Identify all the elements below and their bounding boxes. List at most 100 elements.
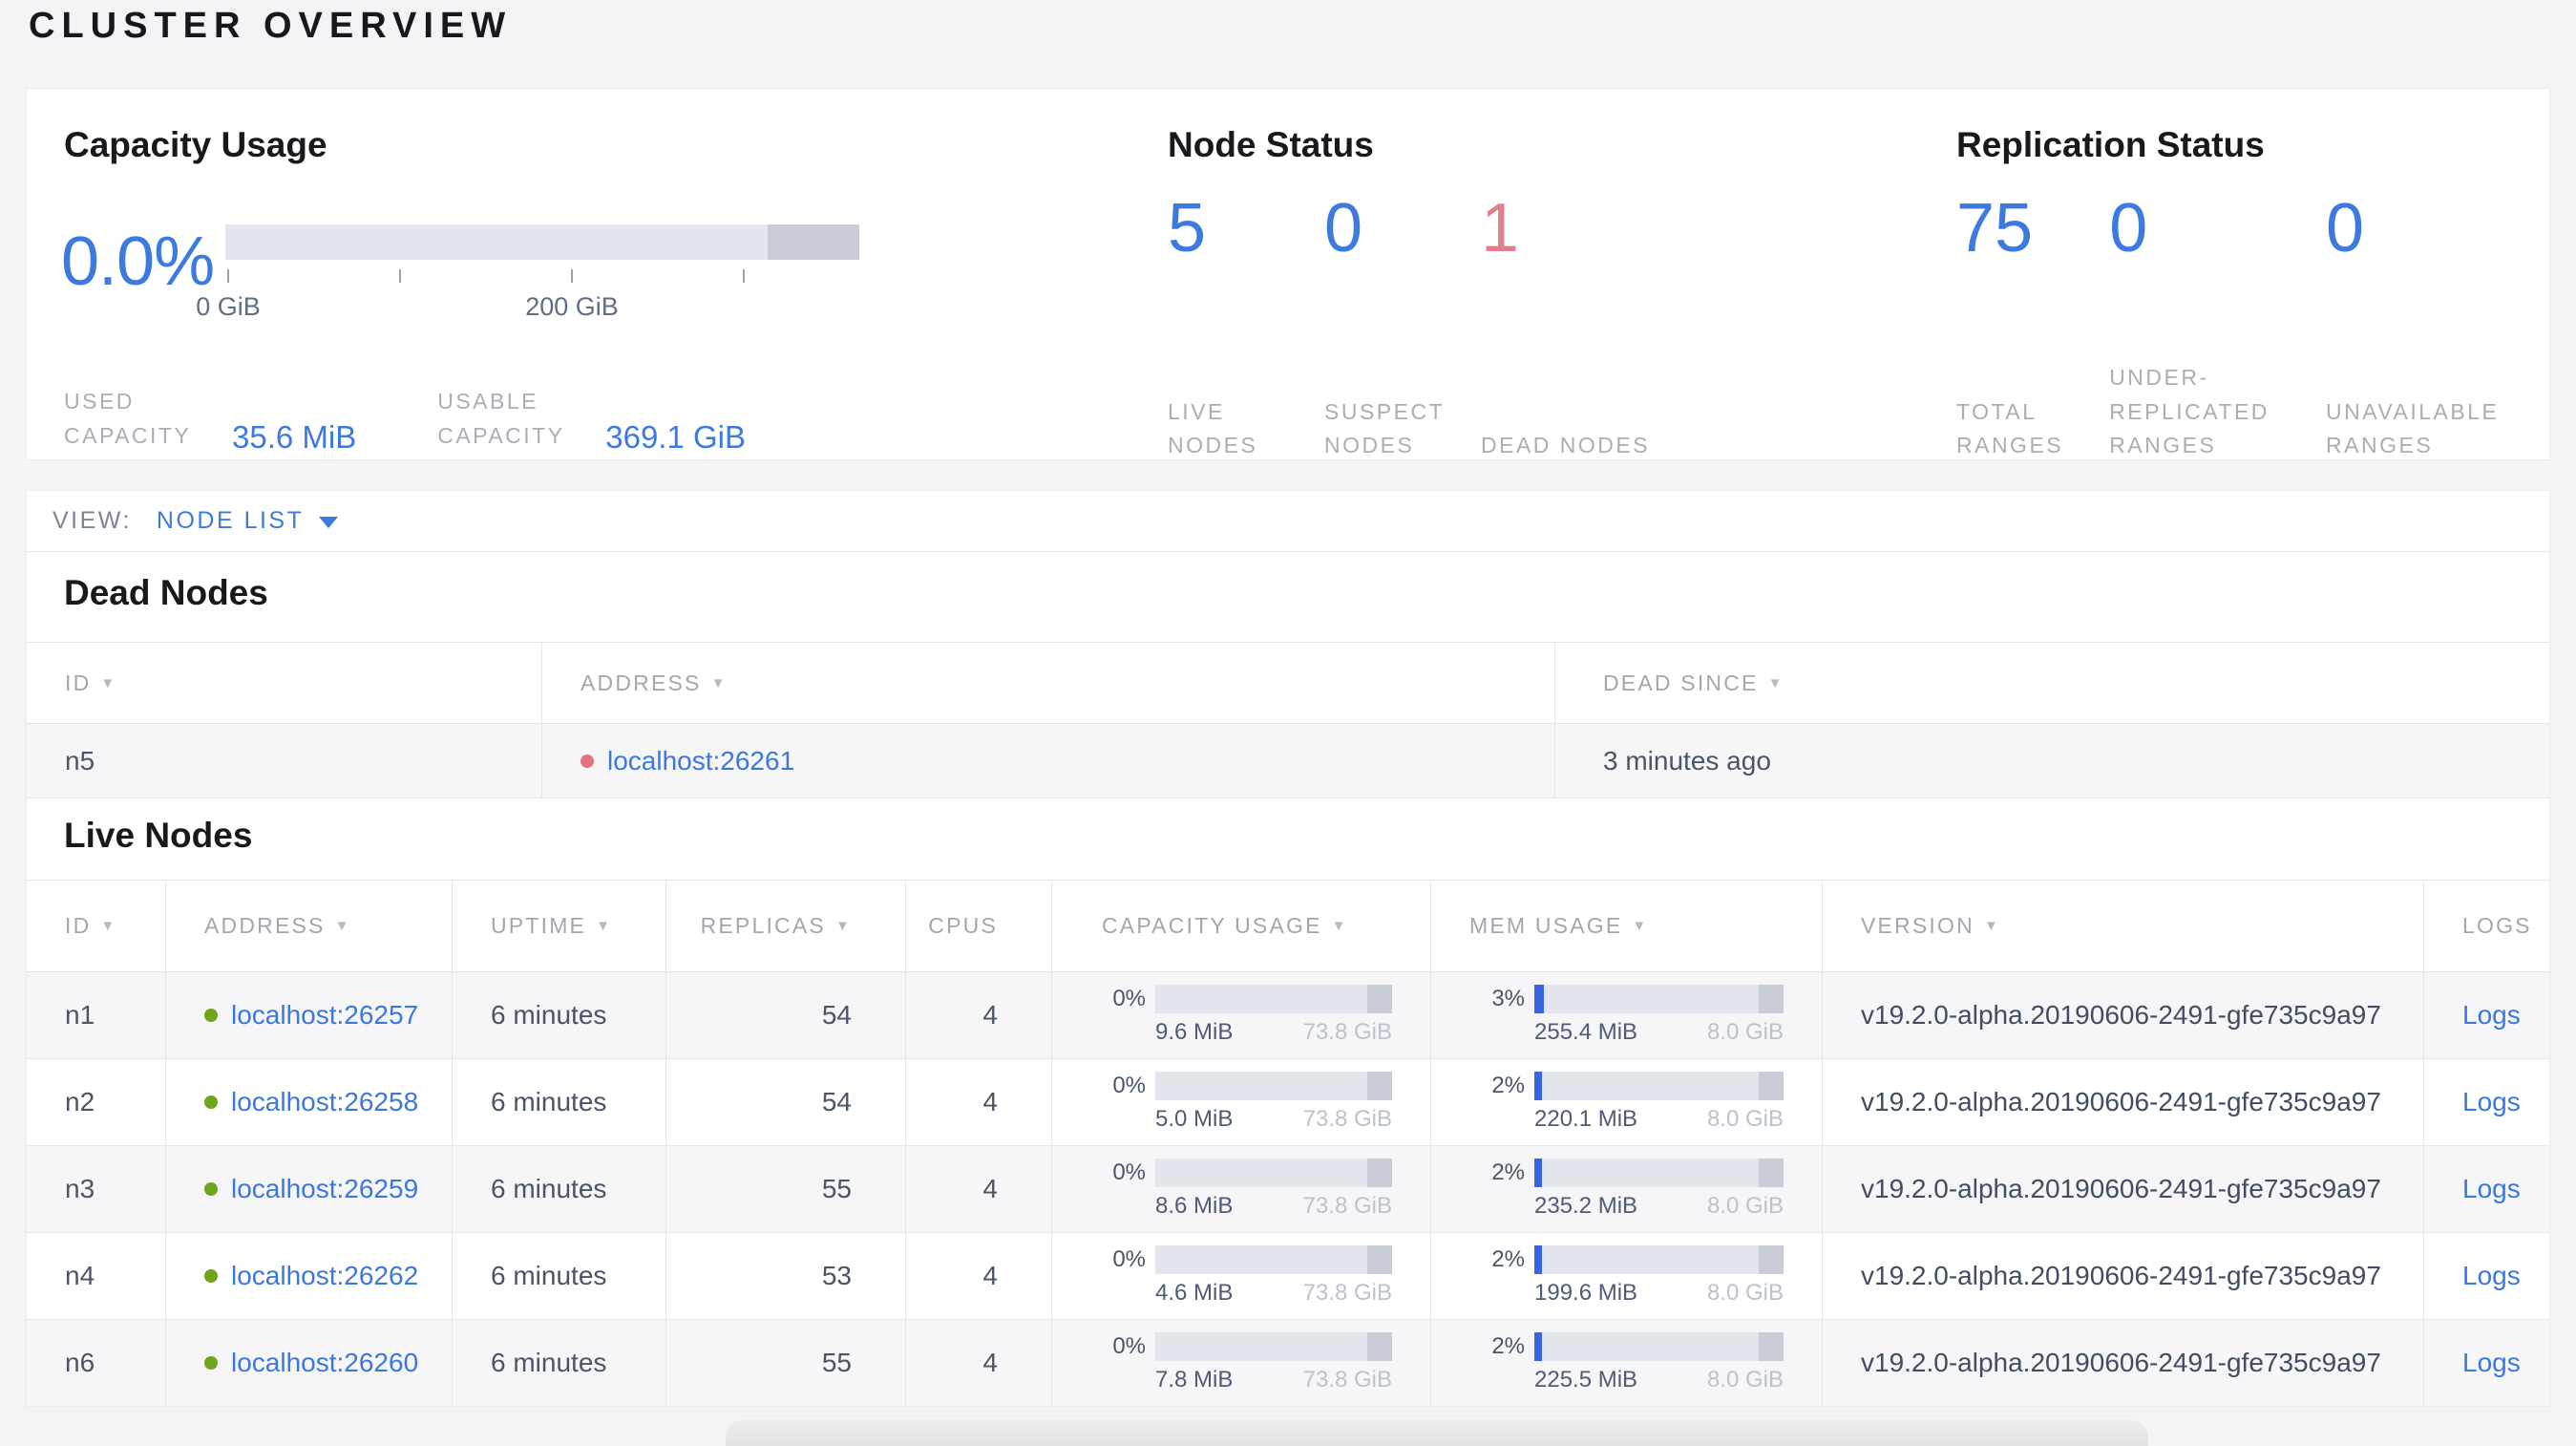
sort-arrow-icon [335,918,351,934]
node-id: n1 [65,1000,95,1030]
capacity-usage-bar [1155,1332,1392,1361]
node-replicas: 53 [821,1261,852,1290]
suspect-nodes-label: SUSPECT NODES [1324,398,1445,458]
node-id-cell: n2 [27,1059,166,1145]
dead-col-deadsince-header[interactable]: DEAD SINCE [1555,643,2549,723]
bottom-overlay-shadow [726,1420,2148,1446]
view-bar: VIEW: NODE LIST [27,491,2549,552]
live-col-id-label: ID [65,913,92,938]
capacity-total-value: 73.8 GiB [1302,1367,1392,1393]
under-replicated-ranges-label: UNDER-REPLICATED RANGES [2109,365,2270,458]
live-col-cpus-header[interactable]: CPUS [906,881,1052,971]
live-col-address-header[interactable]: ADDRESS [166,881,453,971]
node-uptime-cell: 6 minutes [453,972,666,1058]
mem-used-value: 220.1 MiB [1534,1106,1638,1132]
logs-link[interactable]: Logs [2462,1000,2521,1031]
node-id: n6 [65,1348,95,1377]
live-col-logs-label: LOGS [2462,913,2532,938]
suspect-nodes-count: 0 [1324,190,1363,266]
capacity-total-value: 73.8 GiB [1302,1280,1392,1306]
chevron-down-icon [319,517,339,528]
capacity-percent: 0.0% [61,223,215,300]
node-uptime-cell: 6 minutes [453,1233,666,1319]
live-col-logs-header: LOGS [2424,881,2549,971]
node-mem-usage-cell: 3% 255.4 MiB 8.0 GiB [1431,972,1823,1058]
logs-link[interactable]: Logs [2462,1261,2521,1291]
page-title: CLUSTER OVERVIEW [29,6,513,46]
node-mem-usage-cell: 2% 220.1 MiB 8.0 GiB [1431,1059,1823,1145]
live-col-capacity-header[interactable]: CAPACITY USAGE [1052,881,1431,971]
node-capacity-usage-cell: 0% 5.0 MiB 73.8 GiB [1052,1059,1431,1145]
node-status-section: Node Status 5 LIVE NODES 0 SUSPECT NODES… [1168,125,1893,463]
node-capacity-usage-cell: 0% 9.6 MiB 73.8 GiB [1052,972,1431,1058]
axis-tick [399,269,401,283]
sort-arrow-icon [596,918,612,934]
capacity-used-value: 7.8 MiB [1155,1367,1234,1393]
capacity-used-value: 4.6 MiB [1155,1280,1234,1306]
dead-node-deadsince-cell: 3 minutes ago [1555,724,2549,797]
live-col-replicas-header[interactable]: REPLICAS [666,881,906,971]
mem-usage-bar [1534,1159,1784,1187]
dead-node-address-link[interactable]: localhost:26261 [607,746,794,776]
view-selector-dropdown[interactable]: NODE LIST [157,507,339,535]
dead-col-address-label: ADDRESS [581,670,702,695]
live-col-version-header[interactable]: VERSION [1823,881,2424,971]
live-nodes-label: LIVE NODES [1168,398,1258,458]
node-cpus: 4 [982,1000,998,1030]
live-status-icon [204,1269,218,1283]
node-version-cell: v19.2.0-alpha.20190606-2491-gfe735c9a97 [1823,1233,2424,1319]
mem-used-value: 225.5 MiB [1534,1367,1638,1393]
node-replicas-cell: 54 [666,1059,906,1145]
mem-used-fill [1534,1159,1542,1187]
unavailable-ranges-stat: 0 UNAVAILABLE RANGES [2326,194,2529,463]
mem-usage-bar [1534,1245,1784,1274]
node-version-cell: v19.2.0-alpha.20190606-2491-gfe735c9a97 [1823,1146,2424,1232]
logs-link[interactable]: Logs [2462,1174,2521,1204]
mem-total-value: 8.0 GiB [1706,1193,1784,1219]
logs-link[interactable]: Logs [2462,1087,2521,1117]
node-replicas: 55 [821,1174,852,1203]
sort-arrow-icon [1632,918,1648,934]
node-address-link[interactable]: localhost:26260 [231,1348,418,1378]
capacity-used-value: 8.6 MiB [1155,1193,1234,1219]
logs-link[interactable]: Logs [2462,1348,2521,1378]
sort-arrow-icon [1332,918,1348,934]
node-replicas-cell: 53 [666,1233,906,1319]
dead-col-address-header[interactable]: ADDRESS [542,643,1555,723]
capacity-total-value: 73.8 GiB [1302,1193,1392,1219]
node-address-link[interactable]: localhost:26262 [231,1261,418,1291]
node-address-link[interactable]: localhost:26258 [231,1087,418,1117]
axis-tick-label: 200 GiB [525,292,619,321]
node-address-link[interactable]: localhost:26257 [231,1000,418,1031]
node-cpus-cell: 4 [906,1059,1052,1145]
mem-used-value: 199.6 MiB [1534,1280,1638,1306]
cluster-summary-card: Capacity Usage 0.0% 0 GiB 200 GiB USED C… [26,88,2550,460]
node-version: v19.2.0-alpha.20190606-2491-gfe735c9a97 [1861,1174,2381,1203]
node-address-cell: localhost:26260 [166,1320,453,1406]
used-capacity-stat: USED CAPACITY 35.6 MiB [64,385,357,456]
capacity-usage-percent: 0% [1112,1246,1146,1272]
live-col-uptime-header[interactable]: UPTIME [453,881,666,971]
capacity-usage-bar [1155,1245,1392,1274]
used-capacity-value: 35.6 MiB [232,419,357,456]
live-col-id-header[interactable]: ID [27,881,166,971]
live-col-uptime-label: UPTIME [491,913,587,938]
node-status-title: Node Status [1168,125,1374,164]
usable-capacity-label: USABLE CAPACITY [437,389,565,448]
node-uptime: 6 minutes [491,1000,607,1030]
node-replicas-cell: 55 [666,1320,906,1406]
dead-col-id-header[interactable]: ID [27,643,542,723]
live-col-mem-header[interactable]: MEM USAGE [1431,881,1823,971]
mem-used-fill [1534,1245,1542,1274]
node-address-link[interactable]: localhost:26259 [231,1174,418,1204]
mem-used-fill [1534,985,1544,1013]
capacity-bar-reserved-segment [768,224,859,260]
used-capacity-label: USED CAPACITY [64,389,192,448]
dead-nodes-table-header: ID ADDRESS DEAD SINCE [27,642,2549,724]
total-ranges-stat: 75 TOTAL RANGES [1956,194,2109,463]
capacity-reserved-segment [1367,1159,1392,1187]
dead-nodes-heading-row: Dead Nodes [27,552,2549,642]
axis-tick-label: 0 GiB [196,292,261,321]
sort-arrow-icon [835,918,852,934]
node-version-cell: v19.2.0-alpha.20190606-2491-gfe735c9a97 [1823,972,2424,1058]
